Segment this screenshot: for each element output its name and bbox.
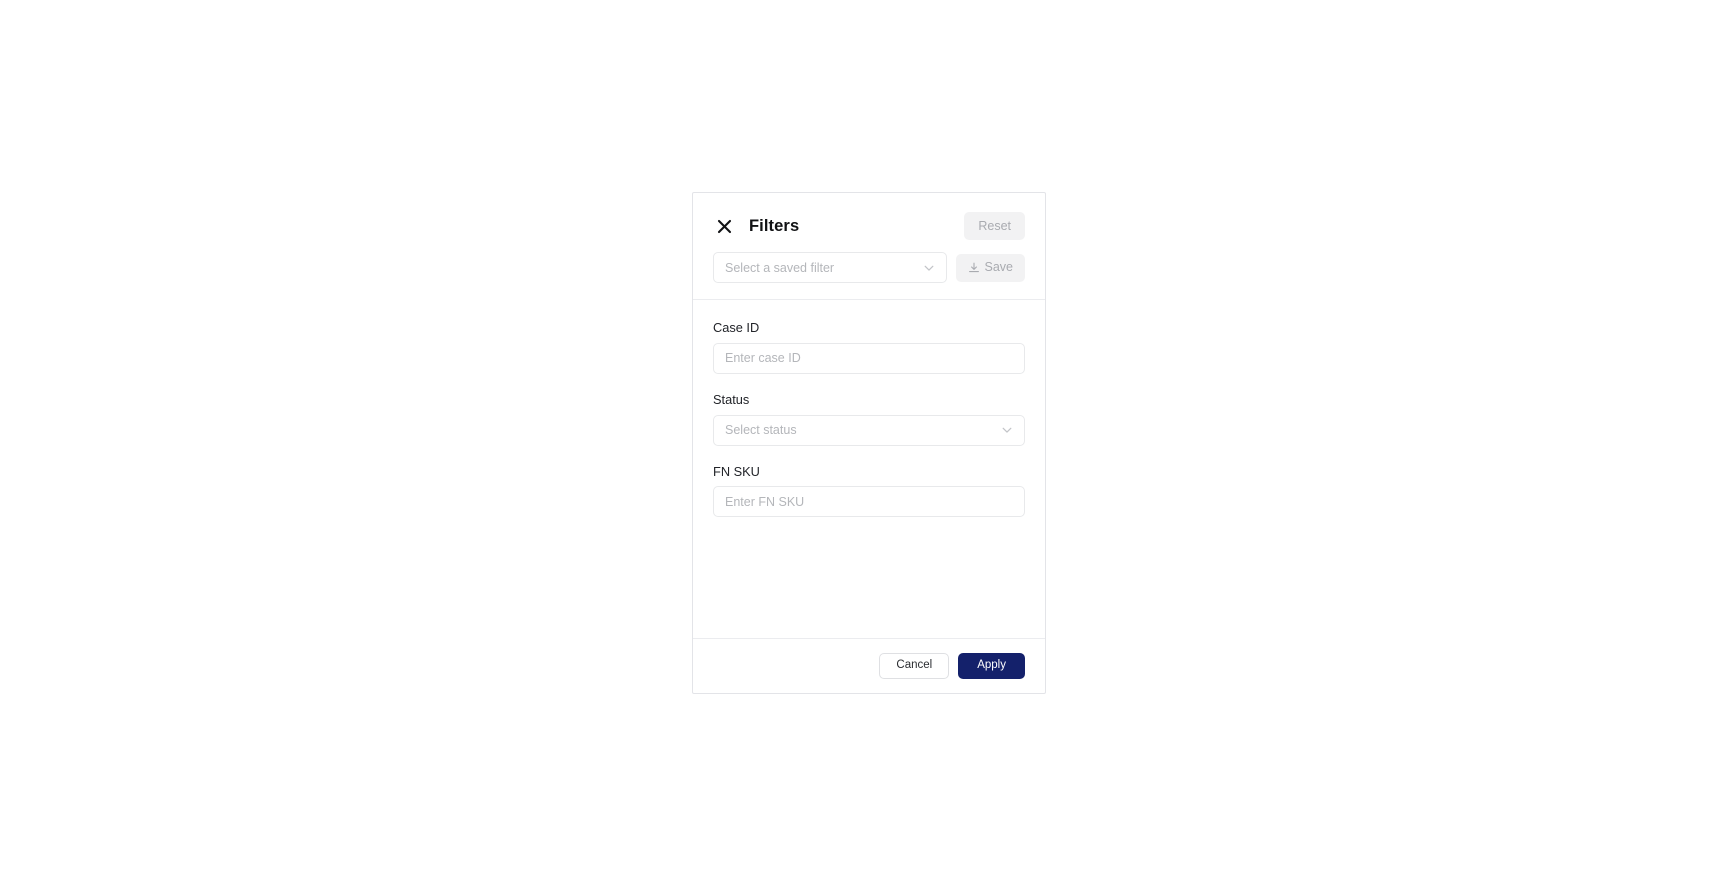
- page-title: Filters: [749, 216, 800, 235]
- case-id-input[interactable]: [713, 342, 1025, 374]
- label-status: Status: [713, 391, 750, 407]
- saved-filter-select-value: Select a saved filter: [725, 260, 835, 275]
- chevron-down-icon: [1000, 423, 1014, 437]
- save-download-icon: [968, 262, 980, 274]
- close-panel-button[interactable]: [713, 215, 735, 237]
- filters-panel-footer: Cancel Apply: [693, 638, 1045, 693]
- reset-button[interactable]: Reset: [964, 212, 1025, 240]
- label-case-id: Case ID: [713, 320, 760, 335]
- field-group-status: Status Select status: [713, 391, 1025, 446]
- apply-button[interactable]: Apply: [958, 653, 1025, 679]
- status-select-value: Select status: [725, 423, 797, 438]
- filters-panel-body: Case ID Status Select status FN SKU: [693, 300, 1045, 638]
- close-icon: [717, 219, 732, 234]
- field-group-fn-sku: FN SKU: [713, 463, 1025, 518]
- saved-filter-select[interactable]: Select a saved filter: [713, 252, 947, 283]
- header-bottom-row: Select a saved filter Save: [713, 252, 1025, 283]
- cancel-button[interactable]: Cancel: [879, 653, 950, 679]
- save-filter-label: Save: [984, 260, 1014, 275]
- filters-panel-header: Filters Reset Select a saved filter Save: [693, 193, 1045, 300]
- chevron-down-icon: [922, 261, 936, 275]
- field-group-case-id: Case ID: [713, 320, 1025, 374]
- status-select[interactable]: Select status: [713, 414, 1025, 446]
- screen-background: Filters Reset Select a saved filter Save…: [0, 0, 1734, 876]
- fn-sku-input[interactable]: [713, 486, 1025, 518]
- header-top-row: Filters Reset: [713, 211, 1025, 241]
- filters-panel: Filters Reset Select a saved filter Save…: [692, 192, 1046, 694]
- save-filter-button[interactable]: Save: [955, 253, 1025, 282]
- label-fn-sku: FN SKU: [713, 463, 760, 479]
